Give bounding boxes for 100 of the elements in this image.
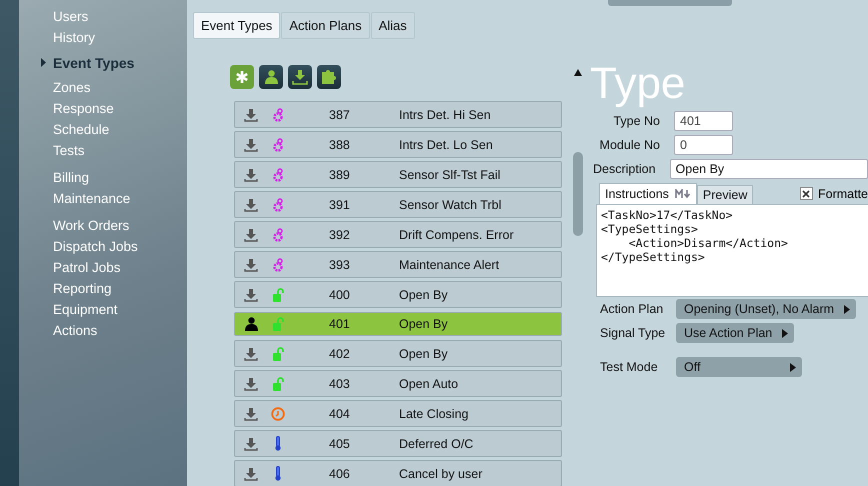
download-icon: [244, 288, 258, 302]
event-type-row[interactable]: 403 Open Auto: [234, 370, 562, 397]
type-name: Drift Compens. Error: [399, 228, 514, 242]
field-label: Module No: [598, 138, 660, 152]
event-type-row[interactable]: 402 Open By: [234, 340, 562, 367]
gear-icon: [273, 258, 283, 272]
event-type-row[interactable]: 401 Open By: [234, 312, 562, 336]
type-name: Open By: [399, 288, 448, 302]
event-type-row[interactable]: 387 Intrs Det. Hi Sen: [234, 101, 562, 128]
type-name: Late Closing: [399, 406, 468, 420]
sidebar-item[interactable]: Patrol Jobs: [19, 257, 187, 278]
event-type-row[interactable]: 392 Drift Compens. Error: [234, 221, 562, 248]
sidebar-item[interactable]: Dispatch Jobs: [19, 236, 187, 257]
sidebar-item[interactable]: Equipment: [19, 299, 187, 320]
type-name: Open By: [399, 317, 448, 331]
input-field[interactable]: 401: [674, 111, 733, 131]
download-icon: [244, 168, 258, 182]
event-type-row[interactable]: 388 Intrs Det. Lo Sen: [234, 131, 562, 158]
type-name: Sensor Slf-Tst Fail: [399, 168, 500, 182]
gear-icon: [273, 198, 283, 212]
thermometer-icon: [274, 436, 282, 451]
markdown-icon: [674, 189, 691, 199]
type-number: 406: [329, 466, 351, 480]
download-icon: [244, 346, 258, 360]
toolbar-button[interactable]: [288, 65, 312, 89]
caret-icon: [41, 58, 46, 67]
input-field[interactable]: 0: [674, 135, 733, 155]
event-type-row[interactable]: 389 Sensor Slf-Tst Fail: [234, 161, 562, 188]
gear-icon: [273, 228, 283, 242]
event-type-row[interactable]: 393 Maintenance Alert: [234, 251, 562, 278]
field-label: Description: [593, 162, 656, 176]
type-number: 387: [329, 108, 351, 122]
input-field[interactable]: Open By: [670, 159, 868, 179]
type-number: 405: [329, 436, 351, 450]
padlock-icon: [272, 288, 284, 302]
download-icon: [244, 138, 258, 152]
type-number: 388: [329, 138, 351, 152]
event-type-row[interactable]: 404 Late Closing: [234, 400, 562, 427]
type-number: 400: [329, 288, 351, 302]
gear-icon: [273, 108, 283, 122]
tab[interactable]: Action Plans: [281, 12, 370, 39]
download-icon: [244, 198, 258, 212]
editor-tab[interactable]: Instructions: [599, 183, 697, 204]
padlock-icon: [272, 346, 284, 360]
asterisk-icon: [235, 70, 249, 84]
sidebar-item[interactable]: Work Orders: [19, 215, 187, 236]
download-icon: [244, 406, 258, 420]
toolbar-button[interactable]: [259, 65, 283, 89]
sidebar-item[interactable]: Actions: [19, 320, 187, 341]
tab[interactable]: Alias: [370, 12, 415, 39]
download-icon: [244, 376, 258, 390]
puzzle-icon: [322, 70, 336, 84]
scrollbar-thumb[interactable]: [573, 152, 583, 236]
event-type-row[interactable]: 400 Open By: [234, 281, 562, 308]
section-heading: Type: [590, 59, 686, 109]
download-icon: [244, 108, 258, 122]
type-number: 403: [329, 376, 351, 390]
sidebar-item[interactable]: Event Types: [19, 48, 187, 77]
checkbox[interactable]: [800, 187, 813, 200]
gear-icon: [273, 138, 283, 152]
type-number: 401: [329, 317, 351, 331]
type-number: 389: [329, 168, 351, 182]
field-label: Action Plan: [599, 302, 664, 316]
thermometer-icon: [274, 466, 282, 481]
dropdown-button[interactable]: Opening (Unset), No Alarm: [676, 299, 856, 319]
gear-icon: [273, 168, 283, 182]
type-name: Open Auto: [399, 376, 458, 390]
type-number: 393: [329, 258, 351, 272]
type-name: Deferred O/C: [399, 436, 474, 450]
event-type-row[interactable]: 406 Cancel by user: [234, 460, 562, 486]
caret-icon: [782, 328, 788, 338]
tab[interactable]: Event Types: [193, 12, 280, 39]
caret-icon: [844, 304, 850, 314]
download-icon: [244, 436, 258, 450]
toolbar-button[interactable]: [317, 65, 341, 89]
field-label: Test Mode: [599, 360, 659, 374]
download-icon: [292, 69, 308, 85]
padlock-icon: [272, 376, 284, 390]
type-number: 392: [329, 228, 351, 242]
person-icon: [264, 70, 278, 84]
checkbox-label: Formatte: [818, 187, 868, 201]
toolbar-button[interactable]: [230, 65, 254, 89]
download-icon: [244, 258, 258, 272]
event-type-row[interactable]: 391 Sensor Watch Trbl: [234, 191, 562, 218]
type-name: Sensor Watch Trbl: [399, 198, 502, 212]
type-name: Open By: [399, 346, 448, 360]
caret-icon: [790, 362, 796, 372]
scroll-up-icon[interactable]: [574, 69, 582, 76]
dropdown-button[interactable]: Off: [676, 357, 802, 377]
editor-tab[interactable]: Preview: [696, 185, 754, 204]
field-label: Signal Type: [599, 326, 666, 340]
dropdown-button[interactable]: Use Action Plan: [676, 323, 794, 343]
download-icon: [244, 466, 258, 480]
clock-icon: [271, 406, 285, 420]
sidebar-item[interactable]: Reporting: [19, 278, 187, 299]
field-label: Type No: [612, 114, 660, 128]
type-name: Maintenance Alert: [399, 258, 500, 272]
download-icon: [244, 228, 258, 242]
instructions-editor[interactable]: <TaskNo>17</TaskNo> <TypeSettings> <Action>Disarm</Action> </TypeSettings>: [596, 204, 868, 297]
event-type-row[interactable]: 405 Deferred O/C: [234, 430, 562, 457]
